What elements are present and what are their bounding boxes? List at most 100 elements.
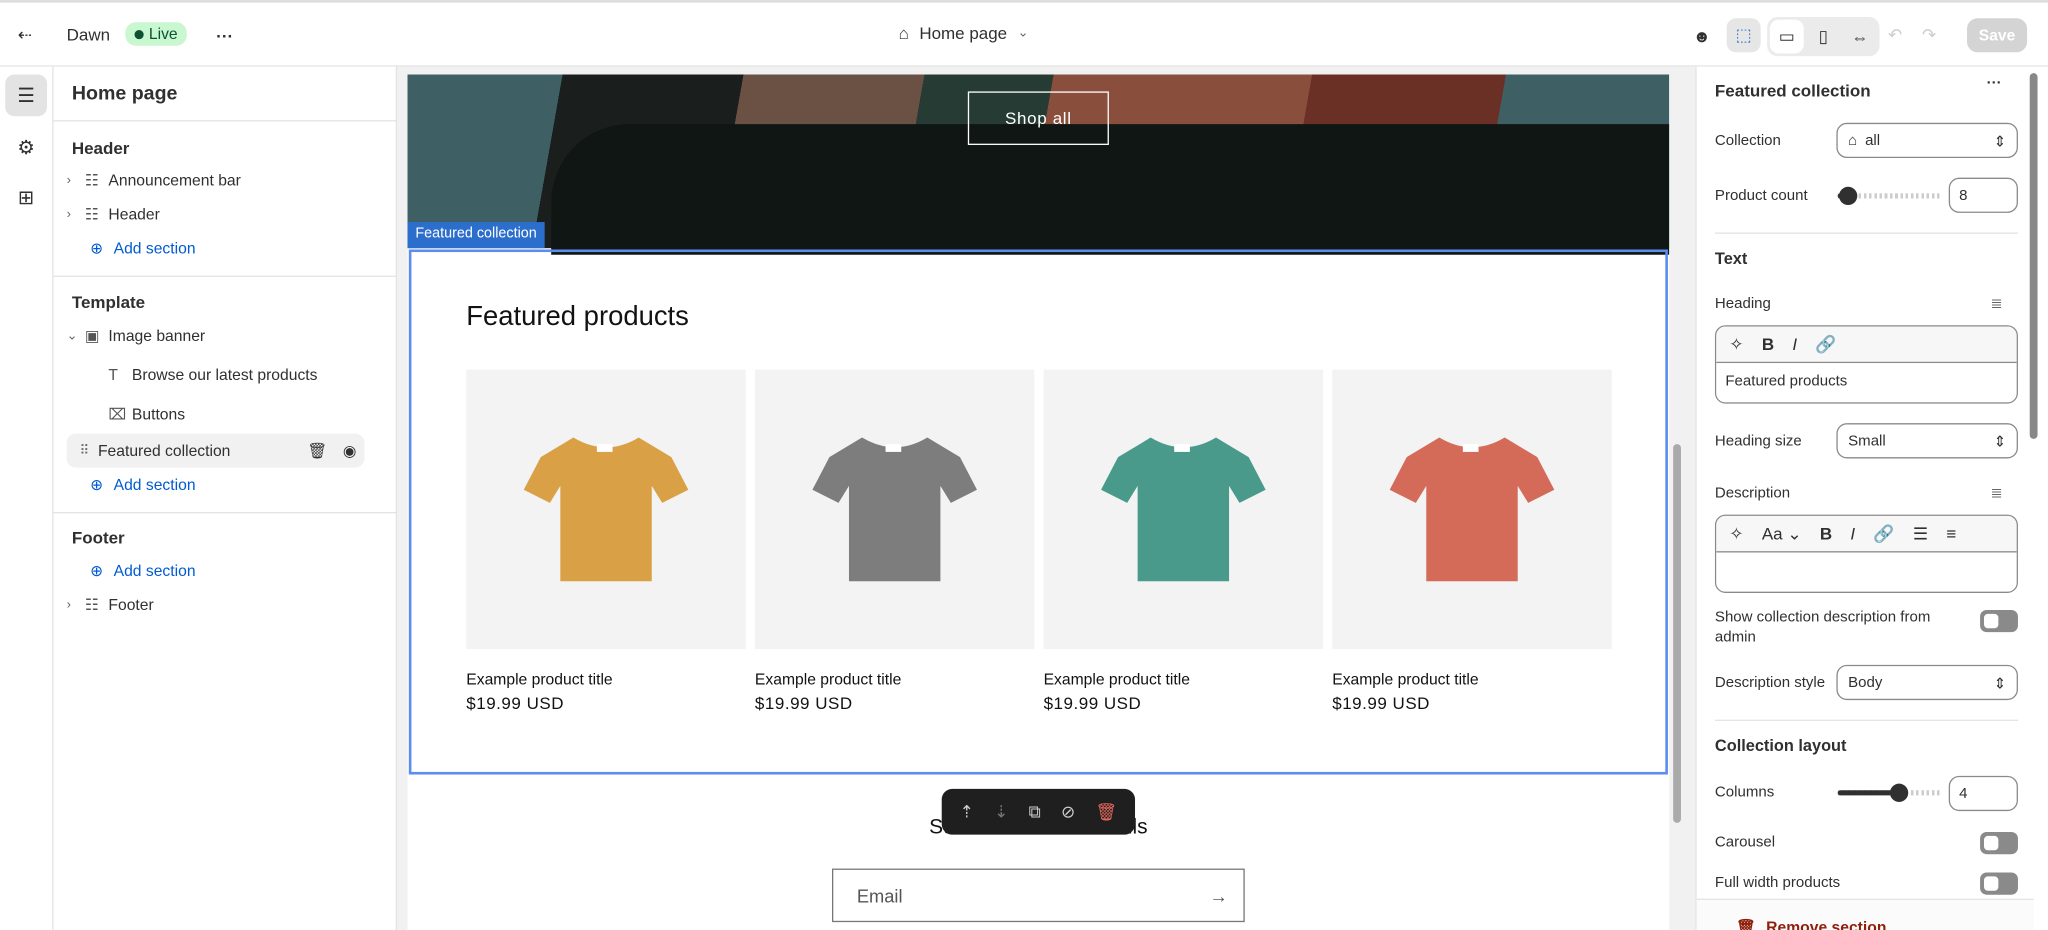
desktop-icon[interactable]: ▭	[1770, 20, 1804, 54]
settings-title: Featured collection	[1715, 81, 1871, 101]
exit-icon[interactable]: ⇠	[8, 18, 42, 52]
chevron-right-icon[interactable]: ›	[67, 173, 85, 187]
section-image-banner[interactable]: ⌄▣Image banner	[67, 320, 365, 351]
trash-icon[interactable]: 🗑	[307, 441, 327, 459]
show-description-toggle[interactable]	[1980, 610, 2018, 632]
italic-icon[interactable]: I	[1792, 334, 1797, 354]
ai-sparkle-icon[interactable]: ✧	[1729, 523, 1743, 544]
featured-collection-section[interactable]: Featured products Example product title …	[409, 249, 1668, 774]
columns-label: Columns	[1715, 785, 1774, 801]
product-count-slider[interactable]	[1838, 193, 1940, 198]
plus-circle-icon: ⊕	[90, 475, 114, 493]
settings-scrollbar[interactable]	[2030, 73, 2038, 439]
add-section-label: Add section	[114, 475, 196, 493]
font-style-icon[interactable]: Aa ⌄	[1762, 523, 1802, 544]
page-selector[interactable]: ⌂Home page⌄	[899, 24, 1029, 44]
move-down-icon[interactable]: ⇣	[994, 801, 1008, 822]
collection-layout-heading: Collection layout	[1715, 737, 1847, 755]
product-image[interactable]	[755, 370, 1035, 650]
section-featured-collection[interactable]: ⠿Featured collection🗑◉	[67, 434, 365, 468]
hide-icon[interactable]: ⊘	[1061, 801, 1075, 822]
block-buttons[interactable]: ⌧Buttons	[108, 398, 406, 429]
select-chevron-icon: ⇕	[1994, 432, 2007, 450]
add-section-footer[interactable]: ⊕Add section	[90, 555, 388, 586]
description-text[interactable]	[1716, 552, 2016, 591]
product-title[interactable]: Example product title	[466, 670, 746, 688]
settings-gear-icon[interactable]: ⚙	[5, 127, 47, 169]
chevron-right-icon[interactable]: ›	[67, 598, 85, 612]
description-style-select[interactable]: Body⇕	[1836, 665, 2018, 700]
product-title[interactable]: Example product title	[755, 670, 1035, 688]
inspector-icon[interactable]: ⬚	[1727, 18, 1761, 52]
page-selector-label: Home page	[919, 24, 1007, 44]
more-menu-icon[interactable]: ···	[208, 18, 242, 52]
heading-editor[interactable]: ✧ BI 🔗 Featured products	[1715, 325, 2018, 403]
tshirt-icon	[810, 431, 980, 588]
product-image[interactable]	[1044, 370, 1324, 650]
link-icon[interactable]: 🔗	[1873, 523, 1894, 544]
arrow-right-icon[interactable]: →	[1209, 885, 1227, 906]
product-card[interactable]: Example product title $19.99 USD	[1044, 370, 1324, 714]
columns-input[interactable]: 4	[1949, 776, 2018, 811]
section-announcement-bar[interactable]: ›☷Announcement bar	[67, 165, 365, 196]
undo-icon[interactable]: ↶	[1878, 18, 1912, 52]
section-header[interactable]: ›☷Header	[67, 199, 365, 230]
ai-sparkle-icon[interactable]: ✧	[1729, 334, 1743, 355]
tshirt-icon	[1387, 431, 1557, 588]
featured-heading: Featured products	[466, 302, 689, 333]
description-style-label: Description style	[1715, 675, 1825, 691]
link-icon[interactable]: 🔗	[1815, 334, 1836, 355]
bullet-list-icon[interactable]: ☰	[1913, 523, 1928, 544]
shop-all-button[interactable]: Shop all	[968, 91, 1109, 145]
columns-slider[interactable]	[1838, 790, 1940, 795]
delete-icon[interactable]: 🗑	[1095, 801, 1117, 822]
chevron-right-icon[interactable]: ›	[67, 207, 85, 221]
redo-icon[interactable]: ↷	[1912, 18, 1946, 52]
ai-assistant-icon[interactable]: ☻	[1685, 18, 1719, 52]
section-footer[interactable]: ›☷Footer	[67, 589, 365, 620]
email-input[interactable]: Email→	[832, 869, 1245, 923]
product-card[interactable]: Example product title $19.99 USD	[466, 370, 746, 714]
chevron-down-icon[interactable]: ⌄	[67, 328, 85, 342]
tag-icon: ⌂	[1848, 133, 1857, 149]
eye-icon[interactable]: ◉	[343, 441, 357, 459]
full-width-toggle[interactable]	[1980, 872, 2018, 894]
product-card[interactable]: Example product title $19.99 USD	[755, 370, 1035, 714]
remove-section-label: Remove section	[1766, 918, 1886, 930]
italic-icon[interactable]: I	[1850, 524, 1855, 544]
carousel-toggle[interactable]	[1980, 832, 2018, 854]
theme-name: Dawn	[67, 25, 110, 45]
dynamic-source-icon[interactable]: ≣	[1991, 485, 2003, 502]
heading-size-value: Small	[1848, 433, 1886, 449]
full-width-icon[interactable]: ⇔	[1843, 20, 1877, 54]
block-heading[interactable]: TBrowse our latest products	[108, 359, 406, 390]
numbered-list-icon[interactable]: ≡	[1946, 524, 1956, 544]
remove-section-button[interactable]: 🗑Remove section	[1697, 899, 2034, 930]
description-editor[interactable]: ✧ Aa ⌄ BI 🔗 ☰ ≡	[1715, 515, 2018, 593]
product-image[interactable]	[466, 370, 746, 650]
product-image[interactable]	[1332, 370, 1612, 650]
apps-icon[interactable]: ⊞	[5, 176, 47, 218]
more-options-icon[interactable]: ···	[1987, 76, 2002, 92]
product-count-input[interactable]: 8	[1949, 178, 2018, 213]
duplicate-icon[interactable]: ⧉	[1029, 801, 1041, 822]
bold-icon[interactable]: B	[1762, 334, 1774, 354]
product-title[interactable]: Example product title	[1044, 670, 1324, 688]
product-card[interactable]: Example product title $19.99 USD	[1332, 370, 1612, 714]
collection-picker[interactable]: ⌂all⇕	[1836, 123, 2018, 158]
canvas-scrollbar[interactable]	[1673, 444, 1681, 823]
add-section-header[interactable]: ⊕Add section	[90, 232, 388, 263]
heading-text[interactable]: Featured products	[1716, 363, 2016, 402]
add-section-template[interactable]: ⊕Add section	[90, 469, 388, 500]
mobile-icon[interactable]: ▯	[1806, 20, 1840, 54]
drag-handle-icon[interactable]: ⠿	[80, 443, 98, 457]
heading-size-select[interactable]: Small ⇕	[1836, 423, 2018, 458]
save-button[interactable]: Save	[1967, 18, 2027, 52]
bold-icon[interactable]: B	[1820, 524, 1832, 544]
move-up-icon[interactable]: ⇡	[960, 801, 974, 822]
text-heading: Text	[1715, 249, 1747, 267]
dynamic-source-icon[interactable]: ≣	[1991, 295, 2003, 312]
home-icon: ⌂	[899, 24, 909, 44]
product-title[interactable]: Example product title	[1332, 670, 1612, 688]
sections-icon[interactable]: ☰	[5, 74, 47, 116]
